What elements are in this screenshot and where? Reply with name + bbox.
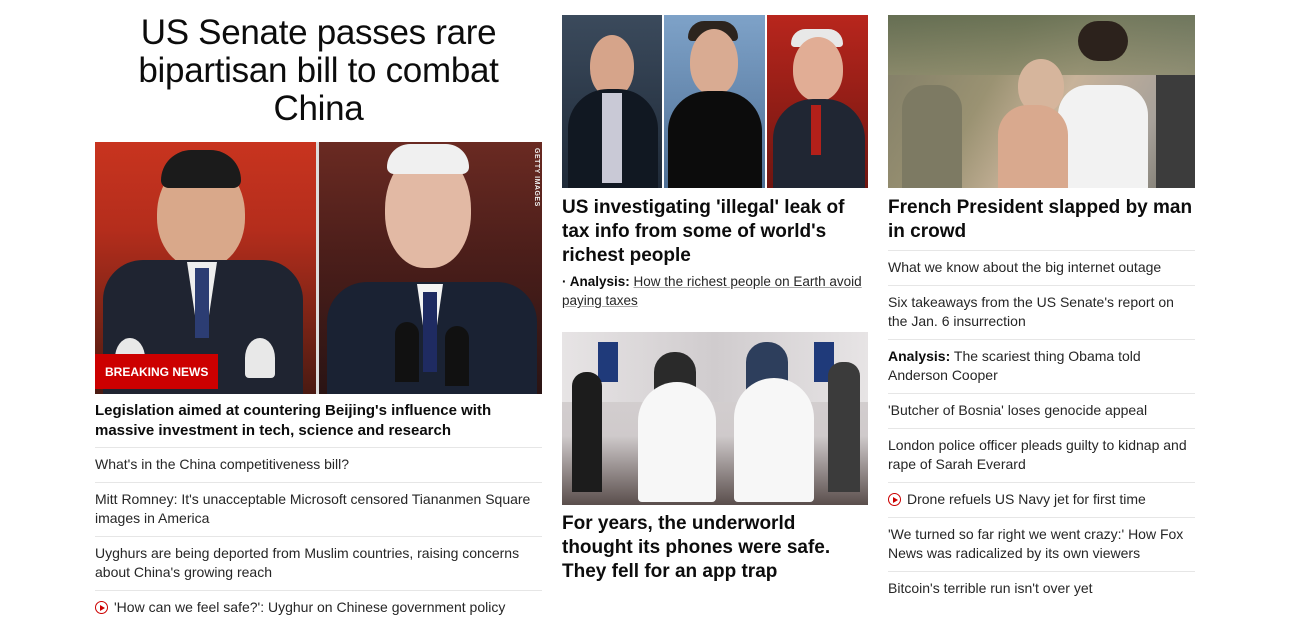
story-headline-tax-leak[interactable]: US investigating 'illegal' leak of tax i…	[562, 196, 868, 268]
list-item-text: 'How can we feel safe?': Uyghur on Chine…	[114, 599, 506, 615]
analysis-bullet: ·	[562, 274, 570, 289]
portrait-shirt-1	[602, 93, 622, 183]
list-item[interactable]: Mitt Romney: It's unacceptable Microsoft…	[95, 482, 542, 536]
person-arm	[998, 105, 1068, 188]
image-credit: GETTY IMAGES	[533, 148, 540, 207]
list-item[interactable]: Drone refuels US Navy jet for first time	[888, 482, 1195, 517]
person-right	[1156, 75, 1195, 188]
list-item-text: London police officer pleads guilty to k…	[888, 437, 1187, 472]
microphone-right	[445, 326, 469, 386]
image-panel-3	[767, 15, 868, 188]
portrait-face-1	[590, 35, 634, 97]
video-play-icon	[888, 493, 901, 506]
portrait-hair-left	[161, 150, 241, 188]
list-item[interactable]: Analysis: The scariest thing Obama told …	[888, 339, 1195, 393]
lead-headline[interactable]: US Senate passes rare bipartisan bill to…	[95, 14, 542, 128]
list-item-text: Bitcoin's terrible run isn't over yet	[888, 580, 1093, 596]
lead-image[interactable]: GETTY IMAGES BREAKING NEWS	[95, 142, 542, 394]
list-item[interactable]: Bitcoin's terrible run isn't over yet	[888, 571, 1195, 606]
list-item-text: Six takeaways from the US Senate's repor…	[888, 294, 1174, 329]
portrait-hair-right	[387, 144, 469, 174]
list-item-text: 'We turned so far right we went crazy:' …	[888, 526, 1184, 561]
portrait-face-2	[690, 29, 738, 95]
person-hair-2	[1078, 21, 1128, 61]
list-item[interactable]: 'How can we feel safe?': Uyghur on Chine…	[95, 590, 542, 625]
middle-column: US investigating 'illegal' leak of tax i…	[562, 15, 868, 582]
person-far-right	[828, 362, 860, 492]
portrait-suit-2	[668, 91, 762, 188]
analysis-label: Analysis:	[569, 274, 630, 289]
lectern-right	[734, 378, 814, 502]
press-conference-image[interactable]	[562, 332, 868, 505]
flag-left	[598, 342, 618, 382]
list-item-text: 'Butcher of Bosnia' loses genocide appea…	[888, 402, 1148, 418]
portrait-tie-left	[195, 268, 209, 338]
lead-image-right-panel	[319, 142, 542, 394]
analysis-link[interactable]: · Analysis: How the richest people on Ea…	[562, 272, 868, 310]
right-story-list: What we know about the big internet outa…	[888, 250, 1195, 606]
right-column: French President slapped by man in crowd…	[888, 15, 1195, 606]
person-far-left	[572, 372, 602, 492]
portrait-tie-right	[423, 292, 437, 372]
list-item[interactable]: Six takeaways from the US Senate's repor…	[888, 285, 1195, 339]
billionaires-image[interactable]	[562, 15, 868, 188]
lead-column: US Senate passes rare bipartisan bill to…	[95, 0, 542, 615]
list-item[interactable]: What we know about the big internet outa…	[888, 250, 1195, 285]
story-headline-french-president[interactable]: French President slapped by man in crowd	[888, 196, 1195, 244]
list-item[interactable]: 'Butcher of Bosnia' loses genocide appea…	[888, 393, 1195, 428]
crowd-image[interactable]	[888, 15, 1195, 188]
story-headline-underworld[interactable]: For years, the underworld thought its ph…	[562, 512, 868, 584]
list-item-text: Drone refuels US Navy jet for first time	[907, 491, 1146, 507]
lead-related-list: What's in the China competitiveness bill…	[95, 447, 542, 625]
lectern-left	[638, 382, 716, 502]
list-item-text: What's in the China competitiveness bill…	[95, 456, 350, 472]
image-panel-1	[562, 15, 662, 188]
list-item-text: Mitt Romney: It's unacceptable Microsoft…	[95, 491, 531, 526]
breaking-news-badge: BREAKING NEWS	[95, 354, 219, 389]
list-item-text: What we know about the big internet outa…	[888, 259, 1162, 275]
portrait-tie-3	[811, 105, 821, 155]
analysis-label: Analysis:	[888, 348, 951, 364]
person-left	[902, 85, 962, 188]
teacup-right	[245, 338, 275, 378]
microphone-left	[395, 322, 419, 382]
portrait-face-3	[793, 37, 843, 101]
image-panel-2	[664, 15, 765, 188]
list-item[interactable]: What's in the China competitiveness bill…	[95, 447, 542, 482]
video-play-icon	[95, 601, 108, 614]
list-item[interactable]: Uyghurs are being deported from Muslim c…	[95, 536, 542, 590]
list-item[interactable]: 'We turned so far right we went crazy:' …	[888, 517, 1195, 571]
list-item[interactable]: London police officer pleads guilty to k…	[888, 428, 1195, 482]
lead-story-link[interactable]: Legislation aimed at countering Beijing'…	[95, 401, 542, 441]
list-item-text: Uyghurs are being deported from Muslim c…	[95, 545, 520, 580]
person-shirt-2	[1058, 85, 1148, 188]
